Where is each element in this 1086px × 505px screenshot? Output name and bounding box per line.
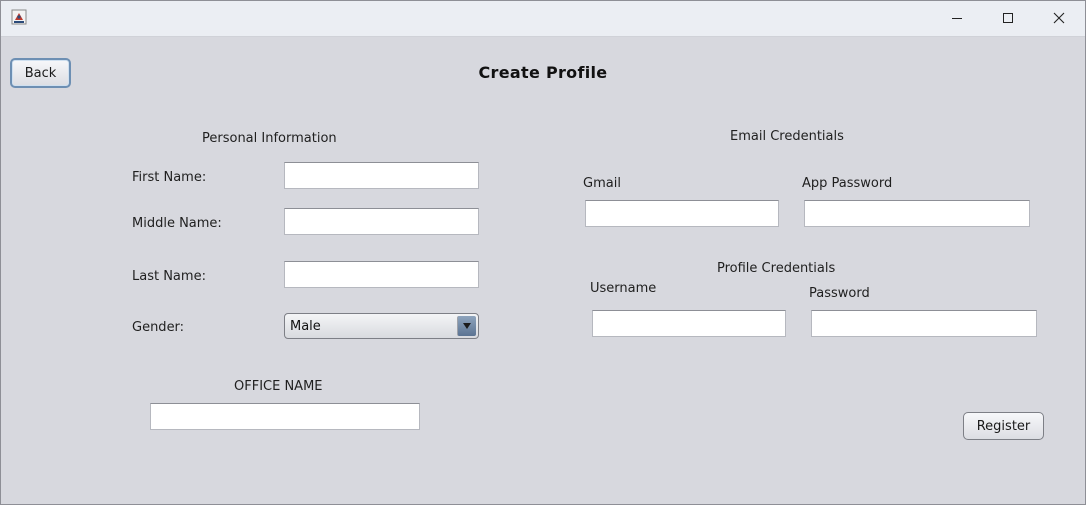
page-title: Create Profile <box>478 63 608 82</box>
close-icon <box>1053 9 1065 28</box>
gender-select[interactable]: Male <box>284 313 479 339</box>
password-label: Password <box>809 286 870 301</box>
maximize-icon <box>1002 9 1014 28</box>
password-field[interactable] <box>811 310 1037 337</box>
title-bar <box>1 1 1085 37</box>
gmail-label: Gmail <box>583 176 621 191</box>
last-name-field[interactable] <box>284 261 479 288</box>
close-button[interactable] <box>1033 1 1085 36</box>
username-field[interactable] <box>592 310 786 337</box>
form-panel: Back Create Profile Personal Information… <box>1 37 1085 504</box>
profile-credentials-heading: Profile Credentials <box>717 261 836 276</box>
office-name-label: OFFICE NAME <box>234 379 323 394</box>
middle-name-field[interactable] <box>284 208 479 235</box>
maximize-button[interactable] <box>982 1 1034 36</box>
register-button[interactable]: Register <box>963 412 1044 440</box>
app-password-label: App Password <box>802 176 893 191</box>
email-credentials-heading: Email Credentials <box>730 129 844 144</box>
java-app-icon <box>11 9 27 25</box>
minimize-button[interactable] <box>931 1 983 36</box>
app-window: Back Create Profile Personal Information… <box>0 0 1086 505</box>
minimize-icon <box>951 9 963 28</box>
middle-name-label: Middle Name: <box>132 216 222 231</box>
username-label: Username <box>590 281 657 296</box>
last-name-label: Last Name: <box>132 269 206 284</box>
office-name-field[interactable] <box>150 403 420 430</box>
gmail-field[interactable] <box>585 200 779 227</box>
gender-select-value: Male <box>290 318 321 334</box>
gender-label: Gender: <box>132 320 185 335</box>
first-name-label: First Name: <box>132 170 207 185</box>
app-password-field[interactable] <box>804 200 1030 227</box>
personal-information-heading: Personal Information <box>202 131 337 146</box>
chevron-down-icon[interactable] <box>457 316 476 336</box>
first-name-field[interactable] <box>284 162 479 189</box>
